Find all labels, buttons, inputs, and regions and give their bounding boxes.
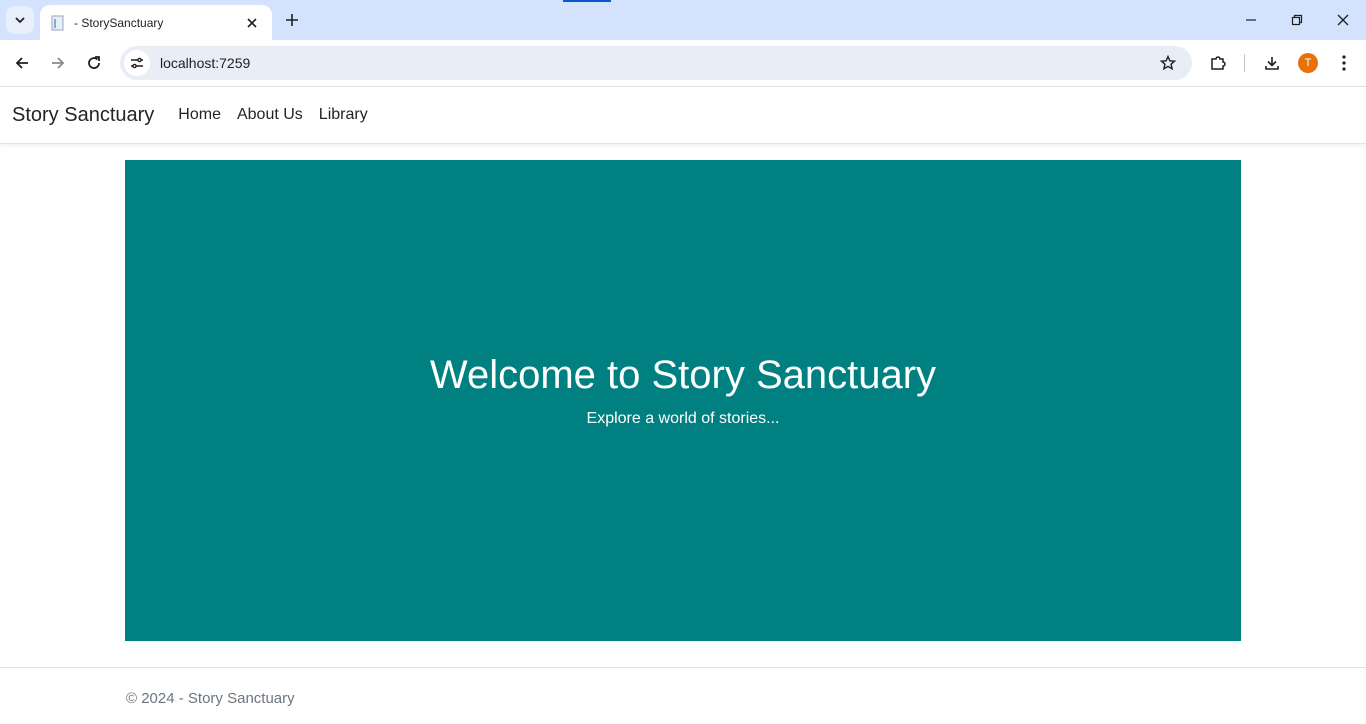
bookmark-button[interactable] — [1154, 49, 1182, 77]
new-tab-button[interactable] — [280, 8, 304, 32]
download-icon — [1265, 57, 1279, 70]
arrow-left-icon — [15, 57, 28, 69]
toolbar-divider — [1244, 54, 1245, 72]
reload-icon — [88, 56, 100, 69]
restore-button[interactable] — [1274, 0, 1320, 40]
footer-copyright: © 2024 - Story Sanctuary — [126, 690, 295, 707]
forward-button[interactable] — [44, 49, 72, 77]
hero-banner: Welcome to Story Sanctuary Explore a wor… — [125, 160, 1241, 641]
url-text[interactable]: localhost:7259 — [160, 55, 1154, 71]
site-footer: © 2024 - Story Sanctuary — [0, 667, 1366, 724]
hero-subtitle: Explore a world of stories... — [586, 410, 780, 427]
nav-link-home[interactable]: Home — [178, 106, 221, 124]
site-info-button[interactable] — [124, 50, 150, 76]
browser-tab-bar: - StorySanctuary — [0, 0, 1366, 40]
profile-button[interactable]: T — [1294, 49, 1322, 77]
close-icon — [1337, 14, 1349, 26]
extensions-button[interactable] — [1204, 49, 1232, 77]
kebab-menu-icon — [1342, 55, 1346, 71]
browser-tab[interactable]: - StorySanctuary — [40, 5, 272, 40]
close-window-button[interactable] — [1320, 0, 1366, 40]
star-icon — [1160, 55, 1176, 71]
browser-toolbar: localhost:7259 T — [0, 40, 1366, 86]
plus-icon — [286, 14, 298, 26]
tab-strip-indicator — [563, 0, 611, 2]
tab-title: - StorySanctuary — [74, 15, 164, 30]
tab-search-button[interactable] — [6, 6, 34, 34]
minimize-icon — [1246, 19, 1256, 21]
restore-icon — [1291, 14, 1303, 26]
close-tab-icon[interactable] — [242, 13, 262, 33]
downloads-button[interactable] — [1258, 49, 1286, 77]
tune-icon — [131, 57, 143, 69]
site-navbar: Story Sanctuary Home About Us Library — [0, 86, 1366, 144]
brand-link[interactable]: Story Sanctuary — [12, 104, 154, 127]
avatar: T — [1298, 53, 1318, 73]
arrow-right-icon — [52, 57, 65, 69]
chevron-down-icon — [15, 17, 25, 24]
address-bar[interactable]: localhost:7259 — [120, 46, 1192, 80]
nav-link-about-us[interactable]: About Us — [237, 106, 303, 124]
reload-button[interactable] — [80, 49, 108, 77]
browser-menu-button[interactable] — [1330, 49, 1358, 77]
back-button[interactable] — [8, 49, 36, 77]
puzzle-icon — [1211, 56, 1226, 70]
hero-title: Welcome to Story Sanctuary — [429, 353, 937, 397]
nav-link-library[interactable]: Library — [319, 106, 368, 124]
page-icon — [51, 15, 64, 30]
minimize-button[interactable] — [1228, 0, 1274, 40]
